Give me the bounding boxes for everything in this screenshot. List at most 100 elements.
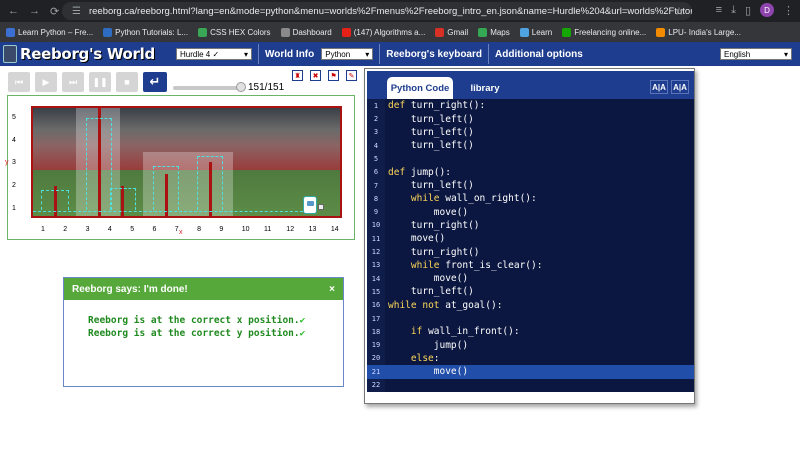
bookmark-item[interactable]: Python Tutorials: L...	[103, 27, 188, 37]
bookmark-item[interactable]: Dashboard	[280, 27, 332, 37]
code-line[interactable]: 19 jump()	[367, 338, 694, 352]
bookmark-item[interactable]: Maps	[478, 27, 510, 37]
run-button[interactable]: ▶	[35, 72, 57, 92]
code-line[interactable]: 16 while not at_goal():	[367, 299, 694, 313]
code-line[interactable]: 14 move()	[367, 272, 694, 286]
stop-button[interactable]: ■	[116, 72, 138, 92]
font-larger-button[interactable]: A|A	[671, 80, 689, 94]
x-tick-label: 11	[264, 226, 272, 233]
goal-flag-icon	[318, 204, 324, 210]
x-tick-label: 14	[330, 226, 339, 233]
robot-trace	[41, 190, 69, 210]
tab-library[interactable]: library	[459, 77, 511, 99]
menu-dots-icon[interactable]: ⋮	[783, 4, 794, 17]
url-text: reeborg.ca/reeborg.html?lang=en&mode=pyt…	[88, 5, 692, 17]
code-line[interactable]: 6 def jump():	[367, 166, 694, 180]
dialog-title: Reeborg says: I'm done!	[72, 283, 188, 295]
code-line[interactable]: 15 turn_left()	[367, 285, 694, 299]
pause-button[interactable]: ❚❚	[89, 72, 111, 92]
ui-language-select[interactable]: English ▾	[720, 48, 792, 60]
media-icon[interactable]: ≡	[716, 4, 722, 16]
result-line: Reeborg is at the correct x position.✔	[88, 315, 306, 326]
world-select[interactable]: Hurdle 4 ✓ ▾	[176, 48, 252, 60]
bookmark-favicon-icon	[280, 27, 290, 37]
bookmark-label: Gmail	[447, 27, 469, 37]
line-number: 9	[373, 208, 379, 217]
flag-tool-icon[interactable]: ⚑	[328, 70, 339, 81]
code-line[interactable]: 12 turn_right()	[367, 245, 694, 259]
return-button[interactable]: ↵	[143, 72, 167, 92]
download-icon[interactable]: ⤓	[731, 4, 736, 17]
line-number: 13	[371, 261, 381, 270]
code-line[interactable]: 3 turn_left()	[367, 126, 694, 140]
world-canvas[interactable]	[31, 106, 342, 218]
site-info-icon[interactable]: ☰	[72, 6, 81, 17]
code-line[interactable]: 13 while front_is_clear():	[367, 259, 694, 273]
y-tick-label: 5	[12, 114, 16, 121]
bookmark-item[interactable]: Freelancing online...	[562, 27, 646, 37]
bookmark-favicon-icon	[103, 27, 113, 37]
bookmark-label: LPU- India's Large...	[668, 27, 741, 37]
tab-python-code[interactable]: Python Code	[387, 77, 453, 99]
bookmark-item[interactable]: Gmail	[435, 27, 469, 37]
code-line[interactable]: 4 turn_left()	[367, 139, 694, 153]
profile-avatar[interactable]: D	[760, 3, 774, 17]
x-tick-label: 4	[107, 226, 112, 233]
x-tick-label: 6	[152, 226, 157, 233]
address-bar[interactable]: ☰ reeborg.ca/reeborg.html?lang=en&mode=p…	[62, 2, 692, 20]
code-line[interactable]: 7 turn_left()	[367, 179, 694, 193]
code-line[interactable]: 9 move()	[367, 205, 694, 219]
line-number: 2	[373, 115, 379, 124]
reload-button[interactable]: ⏮	[8, 72, 30, 92]
bookmark-item[interactable]: LPU- India's Large...	[656, 27, 741, 37]
return-icon: ↵	[149, 74, 161, 89]
language-select[interactable]: Python ▾	[321, 48, 374, 60]
code-line[interactable]: 20 else:	[367, 352, 694, 366]
bookmark-item[interactable]: Learn Python – Fre...	[6, 27, 93, 37]
bookmark-item[interactable]: Learn	[519, 27, 552, 37]
code-line[interactable]: 8 while wall_on_right():	[367, 192, 694, 206]
code-text: while not at_goal():	[388, 299, 503, 311]
code-line[interactable]: 2 turn_left()	[367, 112, 694, 126]
side-panel-icon[interactable]: ▯	[745, 4, 751, 17]
close-icon[interactable]: ×	[329, 284, 335, 295]
code-line[interactable]: 21 move()	[367, 365, 694, 379]
code-area[interactable]: 1 def turn_right(): 2 turn_left() 3 turn_le…	[367, 99, 694, 392]
step-button[interactable]: ⏭	[62, 72, 84, 92]
bookmark-favicon-icon	[198, 27, 208, 37]
bookmark-item[interactable]: (147) Algorithms a...	[341, 27, 425, 37]
additional-options-button[interactable]: Additional options	[495, 49, 583, 60]
code-editor-panel: Python Code library A|A A|A 1 def turn_ri…	[364, 68, 695, 404]
floor-wall	[33, 216, 342, 218]
code-text: else:	[410, 352, 440, 364]
robot-tool-icon[interactable]: ♜	[292, 70, 303, 81]
edit-tool-icon[interactable]: ✎	[346, 70, 357, 81]
editor-tabs: Python Code library A|A A|A	[367, 71, 694, 99]
code-line[interactable]: 11 move()	[367, 232, 694, 246]
world-info-button[interactable]: World Info	[265, 49, 314, 60]
keyboard-button[interactable]: Reeborg's keyboard	[386, 49, 482, 60]
slider-handle[interactable]	[236, 82, 246, 92]
back-icon[interactable]: ←	[8, 5, 19, 18]
check-icon: ✔	[299, 328, 306, 339]
frame-slider[interactable]	[173, 86, 241, 90]
code-text: turn_right()	[388, 246, 480, 258]
delete-tool-icon[interactable]: ✖	[310, 70, 321, 81]
reload-icon[interactable]: ⟳	[50, 5, 59, 18]
dialog-titlebar[interactable]: Reeborg says: I'm done! ×	[64, 278, 343, 300]
code-line[interactable]: 22	[367, 378, 694, 392]
bookmark-star-icon[interactable]: ☆	[674, 5, 684, 18]
line-number: 3	[373, 128, 379, 137]
code-line[interactable]: 1 def turn_right():	[367, 99, 694, 113]
divider	[258, 44, 259, 64]
bookmark-item[interactable]: CSS HEX Colors	[198, 27, 271, 37]
code-line[interactable]: 5	[367, 152, 694, 166]
font-smaller-button[interactable]: A|A	[650, 80, 668, 94]
bookmarks-bar: Learn Python – Fre... Python Tutorials: L…	[0, 22, 800, 42]
forward-icon[interactable]: →	[29, 5, 40, 18]
code-line[interactable]: 18 if wall_in_front():	[367, 325, 694, 339]
reload-world-icon: ⏮	[14, 76, 24, 87]
logo: Reeborg's World	[0, 45, 170, 63]
code-line[interactable]: 10 turn_right()	[367, 219, 694, 233]
code-line[interactable]: 17	[367, 312, 694, 326]
